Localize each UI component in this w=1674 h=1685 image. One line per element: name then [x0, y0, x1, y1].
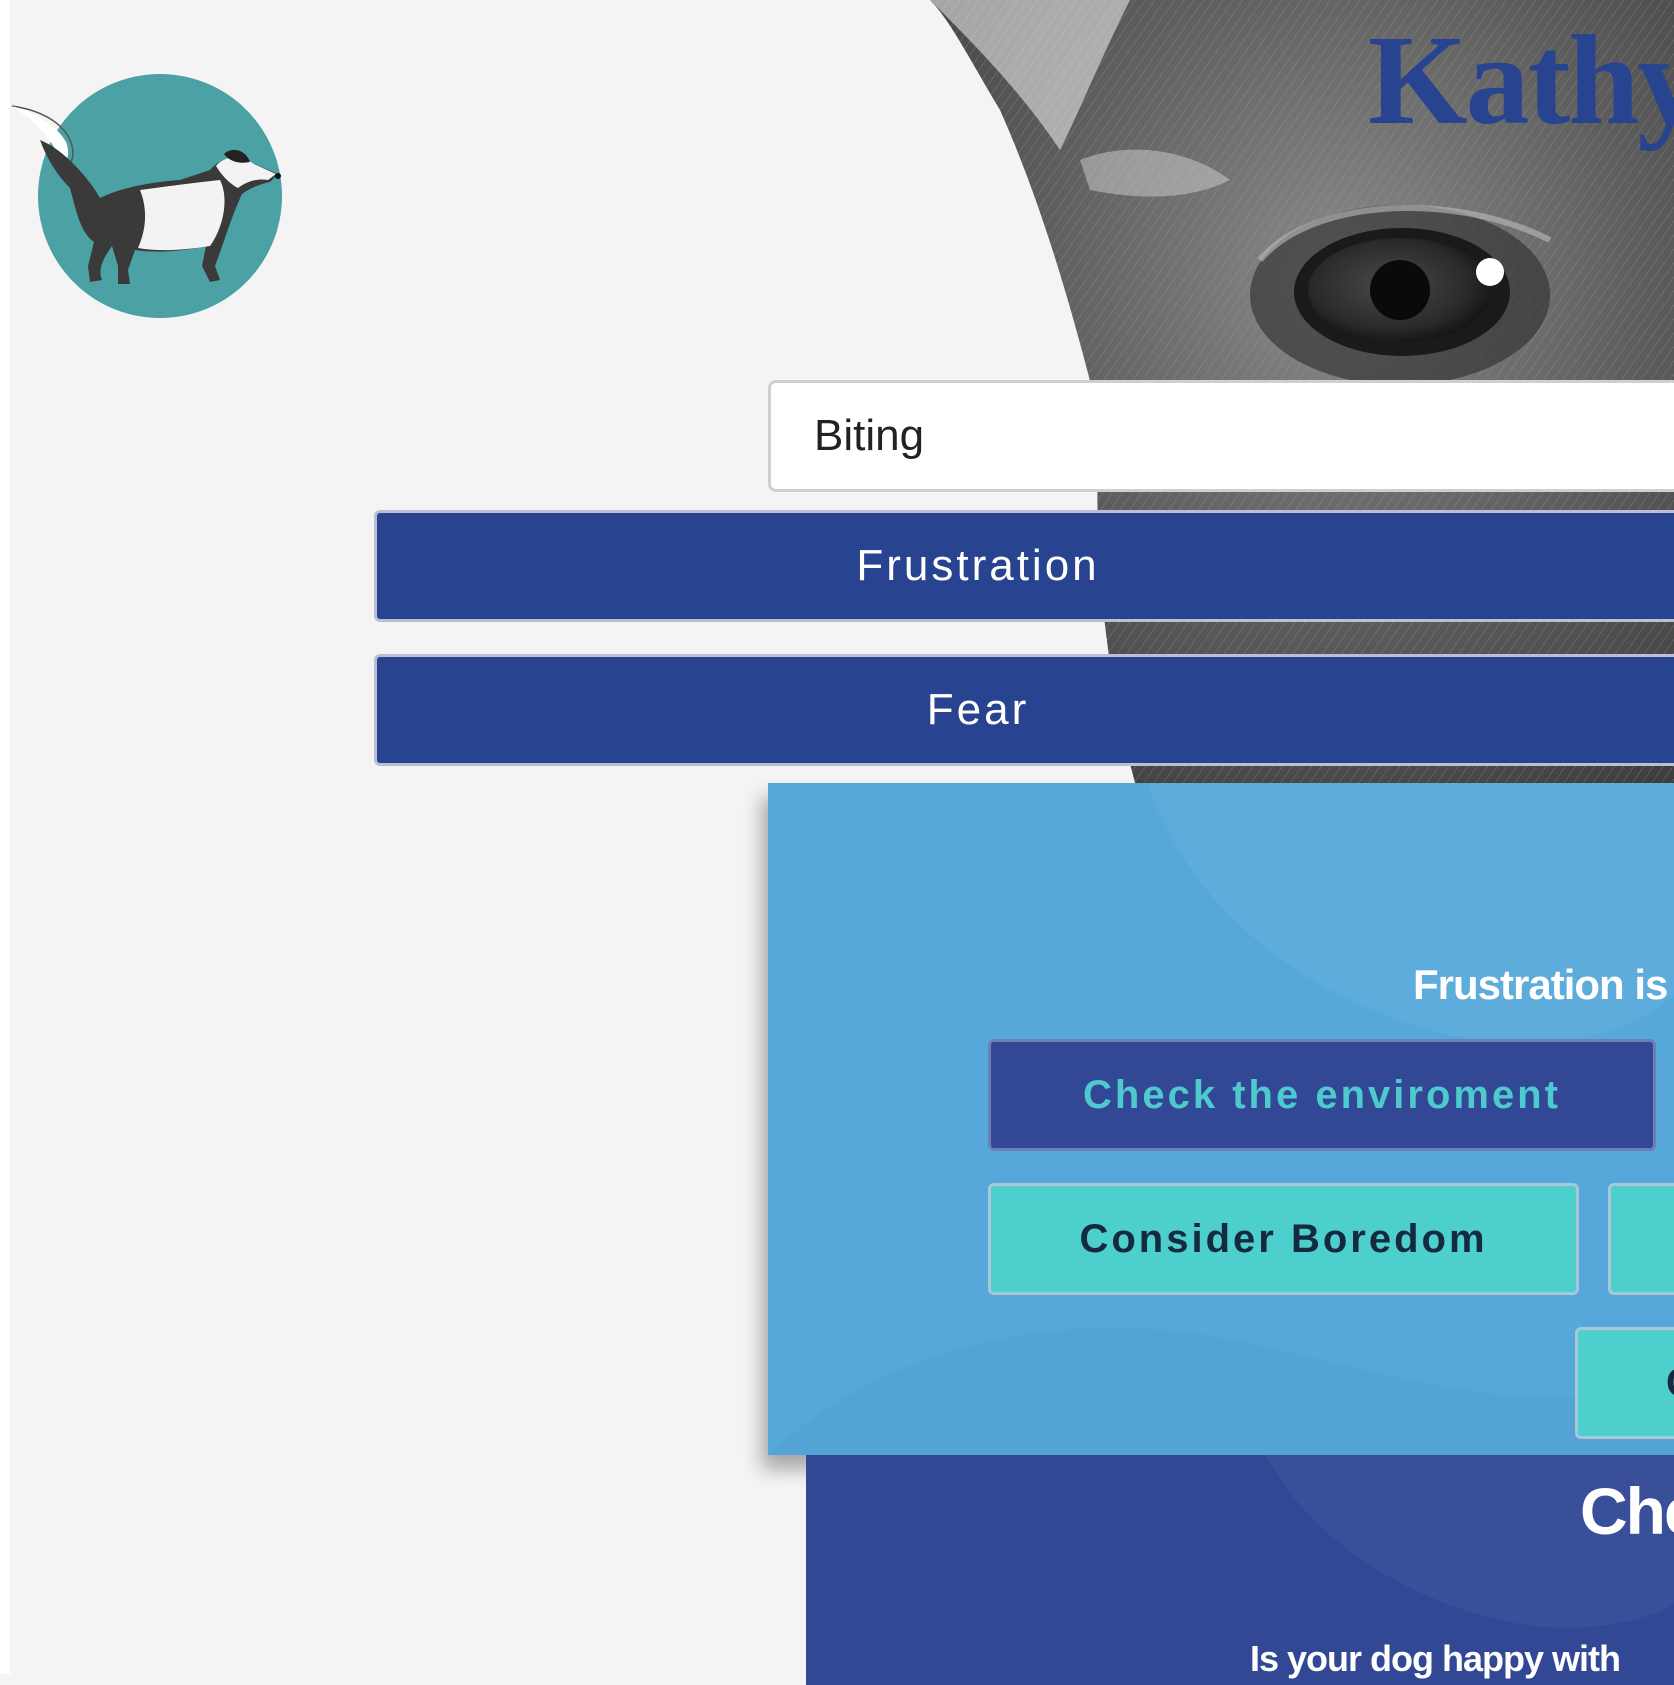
next-section-panel: Che Is your dog happy with	[806, 1455, 1674, 1685]
fear-button[interactable]: Fear	[374, 654, 1674, 766]
frustration-button-label: Frustration	[856, 541, 1100, 590]
action-button-3[interactable]	[1608, 1183, 1674, 1295]
check-environment-button[interactable]: Check the enviroment	[988, 1039, 1656, 1151]
dog-walking-logo-icon[interactable]	[10, 70, 310, 330]
frustration-button[interactable]: Frustration	[374, 510, 1674, 622]
action-button-4[interactable]: C	[1575, 1327, 1674, 1439]
page-left-edge	[0, 0, 10, 1674]
consider-boredom-label: Consider Boredom	[1079, 1216, 1488, 1261]
site-title[interactable]: Kathy	[1368, 10, 1674, 150]
fear-button-label: Fear	[926, 685, 1030, 734]
action-button-4-label: C	[1666, 1361, 1674, 1406]
section-heading: Che	[1580, 1474, 1674, 1548]
frustration-info-panel: Frustration is Check the enviroment Cons…	[768, 783, 1674, 1455]
consider-boredom-button[interactable]: Consider Boredom	[988, 1183, 1579, 1295]
check-environment-label: Check the enviroment	[1083, 1072, 1561, 1117]
search-input[interactable]	[768, 380, 1674, 492]
frustration-description: Frustration is	[1413, 961, 1668, 1008]
